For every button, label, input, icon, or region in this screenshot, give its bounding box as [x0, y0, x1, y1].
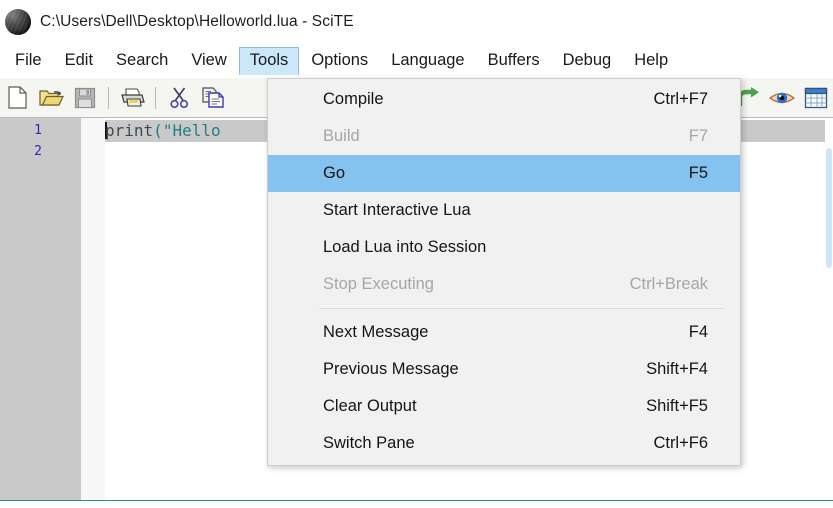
view-whitespace-button[interactable]: [767, 83, 797, 113]
save-file-button: [70, 83, 100, 113]
menu-item-label: Switch Pane: [323, 434, 415, 452]
window-title: C:\Users\Dell\Desktop\Helloworld.lua - S…: [40, 13, 354, 30]
copy-button[interactable]: [198, 83, 228, 113]
toolbar-separator-2: [155, 86, 156, 109]
menu-search[interactable]: Search: [105, 47, 179, 75]
line-number: 2: [34, 144, 42, 159]
menu-item-shortcut: F4: [688, 323, 708, 341]
menu-item-previous-message[interactable]: Previous Message Shift+F4: [268, 351, 740, 388]
print-button[interactable]: [117, 83, 147, 113]
menu-item-label: Build: [323, 127, 360, 145]
menu-item-label: Clear Output: [323, 397, 417, 415]
grid-icon: [804, 87, 828, 108]
new-file-icon: [7, 86, 27, 109]
menu-item-compile[interactable]: Compile Ctrl+F7: [268, 81, 740, 118]
menu-item-label: Compile: [323, 90, 384, 108]
cut-button[interactable]: [164, 83, 194, 113]
menu-item-build: Build F7: [268, 118, 740, 155]
eye-icon: [769, 92, 795, 103]
code-token-function: print: [105, 121, 154, 140]
menu-item-switch-pane[interactable]: Switch Pane Ctrl+F6: [268, 425, 740, 462]
print-icon: [120, 88, 145, 107]
code-token-string: "Hello: [162, 121, 221, 140]
menu-debug[interactable]: Debug: [552, 47, 623, 75]
menu-item-shortcut: Shift+F5: [646, 397, 708, 415]
show-calltip-button[interactable]: [801, 83, 831, 113]
scite-window: C:\Users\Dell\Desktop\Helloworld.lua - S…: [0, 0, 833, 508]
title-bar: C:\Users\Dell\Desktop\Helloworld.lua - S…: [0, 0, 833, 44]
menu-view[interactable]: View: [180, 47, 237, 75]
line-number-gutter: 1 2: [0, 118, 81, 500]
menu-options[interactable]: Options: [300, 47, 379, 75]
open-file-icon: [38, 90, 64, 106]
menu-item-next-message[interactable]: Next Message F4: [268, 314, 740, 351]
menu-separator: [319, 308, 724, 309]
toolbar-separator-1: [108, 86, 109, 109]
menu-item-clear-output[interactable]: Clear Output Shift+F5: [268, 388, 740, 425]
menu-item-shortcut: Shift+F4: [646, 360, 708, 378]
menu-item-go[interactable]: Go F5: [268, 155, 740, 192]
cut-icon: [169, 87, 188, 109]
menu-item-shortcut: Ctrl+F7: [653, 90, 708, 108]
menu-edit[interactable]: Edit: [54, 47, 104, 75]
menu-item-shortcut: Ctrl+F6: [653, 434, 708, 452]
menu-item-label: Stop Executing: [323, 275, 434, 293]
menu-item-shortcut: Ctrl+Break: [629, 275, 708, 293]
vertical-scrollbar[interactable]: [825, 118, 833, 500]
menu-item-stop-executing: Stop Executing Ctrl+Break: [268, 266, 740, 303]
new-file-button[interactable]: [2, 83, 32, 113]
menu-item-label: Next Message: [323, 323, 429, 341]
menu-help[interactable]: Help: [623, 47, 679, 75]
save-file-icon: [74, 87, 96, 108]
copy-icon: [201, 87, 224, 108]
menu-item-label: Go: [323, 164, 346, 182]
menu-buffers[interactable]: Buffers: [477, 47, 551, 75]
tools-dropdown-menu: Compile Ctrl+F7 Build F7 Go F5 Start Int…: [267, 78, 741, 466]
menu-item-load-lua-into-session[interactable]: Load Lua into Session: [268, 229, 740, 266]
menu-item-label: Previous Message: [323, 360, 459, 378]
menu-file[interactable]: File: [4, 47, 53, 75]
menu-item-label: Load Lua into Session: [323, 238, 487, 256]
menu-language[interactable]: Language: [380, 47, 475, 75]
fold-margin[interactable]: [81, 118, 105, 500]
open-file-button[interactable]: [36, 83, 66, 113]
scite-ball-icon: [5, 9, 31, 35]
code-token-paren: (: [153, 121, 163, 140]
vertical-scrollbar-thumb[interactable]: [826, 148, 832, 268]
menu-tools[interactable]: Tools: [238, 47, 300, 75]
menu-bar: File Edit Search View Tools Options Lang…: [0, 44, 833, 78]
menu-item-label: Start Interactive Lua: [323, 201, 471, 219]
menu-item-start-interactive-lua[interactable]: Start Interactive Lua: [268, 192, 740, 229]
menu-item-shortcut: F5: [688, 164, 708, 182]
line-number: 1: [34, 123, 42, 138]
menu-item-shortcut: F7: [688, 127, 708, 145]
